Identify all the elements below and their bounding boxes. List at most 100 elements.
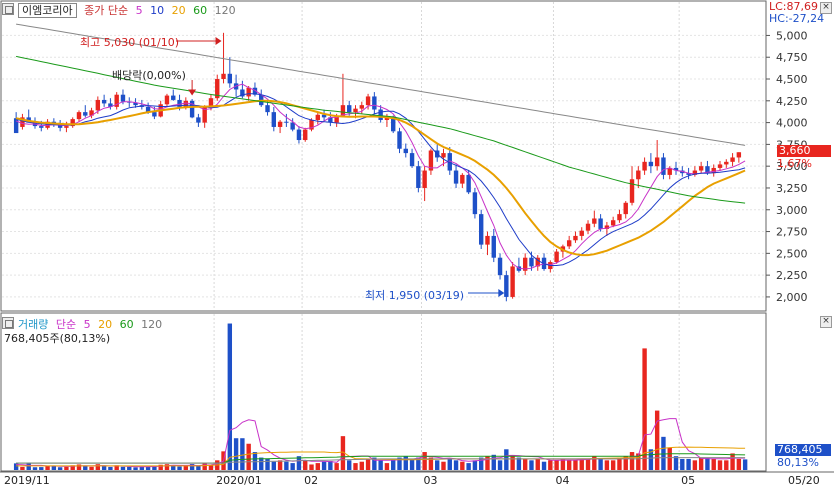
volume-bar (227, 323, 233, 470)
volume-bar (692, 460, 698, 470)
volume-bar (554, 460, 559, 470)
volume-bar (736, 458, 742, 470)
volume-bar (391, 460, 396, 470)
volume-bar (177, 466, 182, 470)
volume-bar (610, 460, 616, 470)
volume-bar (460, 461, 465, 470)
price-tick-label: 2,250 (776, 269, 808, 282)
volume-bar (365, 458, 371, 470)
candle-body (472, 192, 478, 215)
volume-bar (64, 466, 69, 470)
volume-bar (347, 460, 352, 470)
x-tick-label: 2020/01 (216, 474, 262, 487)
candle-body (654, 157, 660, 167)
volume-bar (724, 460, 729, 470)
volume-bar (642, 348, 647, 470)
volume-bar (629, 452, 635, 470)
volume-bar (673, 456, 679, 470)
volume-bar (39, 467, 44, 470)
candle-body (573, 235, 578, 241)
volume-bar (441, 461, 446, 470)
candle-body (497, 257, 503, 276)
price-tick-label: 3,000 (776, 204, 808, 217)
exdiv-arrow-head (188, 89, 197, 96)
volume-bar (447, 458, 452, 470)
price-tick-label: 2,750 (776, 226, 808, 239)
candle-body (303, 129, 308, 141)
volume-bar (698, 457, 704, 470)
volume-bar (171, 465, 176, 470)
x-tick-label: 05 (681, 474, 695, 487)
x-tick-label: 02 (304, 474, 318, 487)
volume-bar (315, 463, 320, 470)
volume-bar (277, 460, 283, 470)
candle-body (409, 153, 415, 167)
candle-body (372, 96, 377, 110)
volume-bar (334, 463, 339, 470)
candle-body (554, 251, 559, 263)
volume-bar (252, 452, 258, 470)
candle-body (271, 112, 277, 127)
candle-body (623, 202, 628, 215)
candle-body (416, 166, 421, 188)
low-arrow-head (498, 289, 505, 297)
volume-bar (472, 460, 478, 470)
volume-bar (233, 438, 239, 470)
price-tick-label: 4,250 (776, 95, 808, 108)
volume-bar (617, 457, 622, 470)
candle-body (730, 157, 735, 162)
volume-bar (516, 457, 522, 470)
volume-bar (89, 466, 94, 470)
candle-body (636, 170, 641, 180)
volume-bar (309, 464, 314, 470)
candle-body (95, 99, 101, 111)
candle-body (485, 235, 490, 245)
candle-body (221, 73, 226, 80)
candle-body (698, 166, 704, 171)
x-tick-label: 03 (423, 474, 437, 487)
candle-body (277, 121, 283, 127)
volume-bar (202, 463, 207, 470)
candle-body (629, 179, 635, 203)
candle-body (579, 230, 584, 236)
volume-bar (510, 456, 515, 470)
x-tick-label: 05/20 (788, 474, 820, 487)
candle-body (510, 266, 515, 297)
candle-body (183, 100, 189, 107)
volume-bar (497, 460, 503, 470)
volume-bar (51, 466, 57, 470)
price-current-tag: 3,660 (777, 145, 831, 157)
volume-bar (504, 449, 509, 470)
volume-bar (133, 467, 138, 470)
volume-bar (303, 460, 308, 470)
price-tick-label: 4,000 (776, 117, 808, 130)
exdiv-annotation: 배당락(0,00%) (112, 69, 186, 82)
volume-bar (83, 465, 88, 470)
volume-bar (535, 458, 540, 470)
volume-bar (585, 458, 591, 470)
volume-bar (246, 443, 251, 470)
candle-body (365, 96, 371, 106)
volume-bar (478, 457, 484, 470)
volume-bar (284, 461, 289, 470)
candle-body (736, 152, 742, 158)
volume-bar (730, 453, 735, 470)
candle-body (592, 218, 597, 224)
candle-body (13, 118, 19, 134)
candle-body (441, 153, 446, 158)
volume-current-tag: 768,405 (775, 444, 831, 456)
candle-body (39, 126, 44, 128)
volume-bar (711, 458, 716, 470)
candle-body (76, 112, 82, 120)
candle-body (152, 112, 157, 117)
volume-bar (208, 465, 214, 470)
candle-body (724, 161, 729, 165)
candle-body (64, 126, 69, 128)
volume-bar (686, 458, 691, 470)
candle-body (453, 170, 459, 184)
candle-body (246, 87, 251, 97)
volume-bar (20, 466, 25, 470)
volume-bar (705, 457, 710, 470)
candle-body (598, 218, 603, 229)
volume-bar (529, 460, 534, 470)
